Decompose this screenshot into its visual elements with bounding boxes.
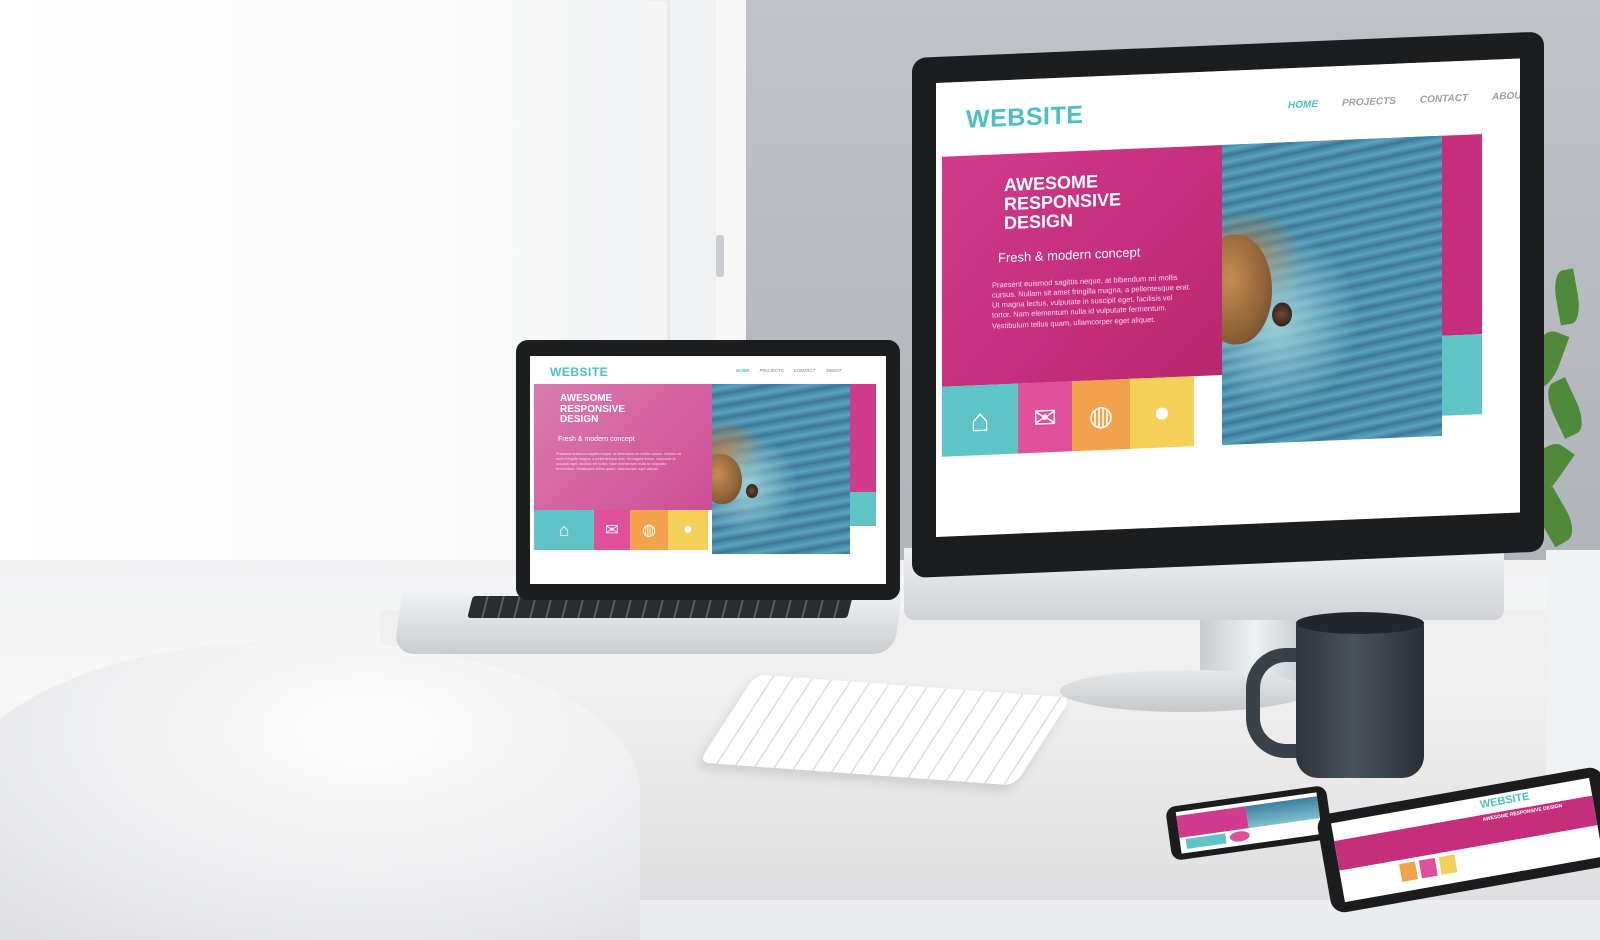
teal-strip: [1442, 334, 1482, 416]
tablet-tile: [1438, 854, 1458, 875]
laptop-nav-projects[interactable]: PROJECTS: [760, 368, 784, 373]
laptop-hero-body: Praesent euismod sagittis neque, at bibe…: [556, 452, 681, 472]
hero-panel: AWESOME RESPONSIVE DESIGN Fresh & modern…: [942, 145, 1222, 387]
laptop-hero-title-line: DESIGN: [560, 414, 599, 425]
nav-contact[interactable]: CONTACT: [1420, 93, 1468, 106]
laptop-screen: WEBSITE HOME PROJECTS CONTACT ABOUT AWES…: [530, 356, 886, 584]
home-icon[interactable]: ⌂: [534, 510, 594, 550]
laptop-nav-home[interactable]: HOME: [736, 368, 750, 373]
monitor-screen: WEBSITE HOME PROJECTS CONTACT ABOUT AWES…: [936, 58, 1520, 537]
laptop-hero-title-line: AWESOME: [560, 393, 613, 404]
nav-home[interactable]: HOME: [1288, 99, 1318, 111]
site-logo[interactable]: WEBSITE: [966, 101, 1083, 135]
phone-tile: [1229, 830, 1251, 843]
user-icon[interactable]: ●: [1130, 376, 1194, 449]
magenta-strip: [1442, 134, 1482, 336]
tablet-hero: AWESOME RESPONSIVE DESIGN: [1334, 795, 1598, 871]
coffee-mug: [1296, 620, 1424, 778]
laptop-site-logo[interactable]: WEBSITE: [550, 365, 608, 379]
home-icon[interactable]: ⌂: [942, 383, 1018, 457]
laptop-nav-contact[interactable]: CONTACT: [794, 368, 816, 373]
laptop-hero-title: AWESOME RESPONSIVE DESIGN: [560, 393, 625, 426]
laptop: WEBSITE HOME PROJECTS CONTACT ABOUT AWES…: [516, 340, 900, 600]
laptop-icon-tiles: ⌂ ✉ ◍ ●: [534, 510, 708, 550]
mail-icon[interactable]: ✉: [1018, 381, 1072, 454]
laptop-nav-about[interactable]: ABOUT: [825, 368, 841, 373]
icon-tiles: ⌂ ✉ ◍ ●: [942, 376, 1194, 457]
plant-pot: [1546, 550, 1600, 780]
laptop-hero-subtitle: Fresh & modern concept: [558, 436, 635, 443]
nav-about[interactable]: ABOUT: [1492, 90, 1520, 102]
mug-rim: [1296, 612, 1424, 634]
tablet-tile: [1399, 861, 1419, 882]
photo-swimmer: [1272, 302, 1292, 327]
nav-projects[interactable]: PROJECTS: [1342, 96, 1396, 109]
window-handle: [716, 235, 724, 277]
laptop-magenta-strip: [850, 384, 876, 492]
user-icon[interactable]: ●: [668, 510, 708, 550]
phone-photo: [1245, 796, 1321, 829]
hero-photo: [1222, 135, 1442, 446]
hero-title-line: DESIGN: [1004, 210, 1074, 233]
globe-icon[interactable]: ◍: [1072, 378, 1130, 452]
laptop-hero-photo: [712, 384, 850, 554]
laptop-hero-panel: AWESOME RESPONSIVE DESIGN Fresh & modern…: [534, 384, 712, 510]
hero-body-text: Praesent euismod sagittis neque, at bibe…: [992, 272, 1191, 331]
laptop-nav-links: HOME PROJECTS CONTACT ABOUT: [736, 368, 841, 373]
desktop-monitor: WEBSITE HOME PROJECTS CONTACT ABOUT AWES…: [912, 31, 1544, 578]
site-nav-links: HOME PROJECTS CONTACT ABOUT: [1288, 90, 1520, 111]
chair: [0, 640, 640, 940]
photo-rock: [1222, 232, 1272, 346]
laptop-teal-strip: [850, 492, 876, 526]
mail-icon[interactable]: ✉: [594, 510, 630, 550]
hero-title: AWESOME RESPONSIVE DESIGN: [1004, 171, 1121, 233]
laptop-photo-rock: [712, 454, 742, 504]
laptop-site-navbar: WEBSITE HOME PROJECTS CONTACT ABOUT: [530, 356, 886, 384]
laptop-photo-swimmer: [746, 484, 758, 498]
hero-subtitle: Fresh & modern concept: [998, 244, 1141, 266]
globe-icon[interactable]: ◍: [630, 510, 668, 550]
tablet-tile: [1418, 857, 1438, 879]
